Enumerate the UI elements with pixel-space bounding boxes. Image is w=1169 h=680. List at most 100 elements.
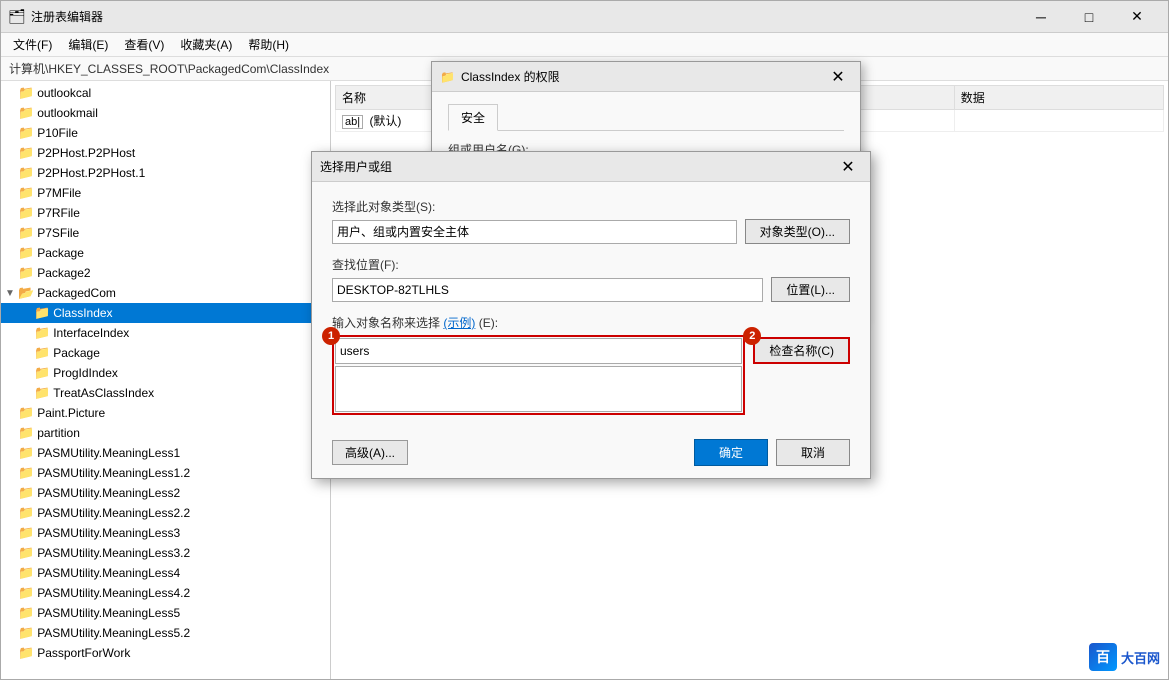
folder-icon: 📁 xyxy=(18,645,34,661)
menu-edit[interactable]: 编辑(E) xyxy=(60,34,116,55)
names-textarea-area xyxy=(335,366,742,412)
tree-label: P7SFile xyxy=(37,226,79,240)
select-user-content: 选择此对象类型(S): 对象类型(O)... 查找位置(F): 位置(L)...… xyxy=(312,182,870,431)
tree-label: PASMUtility.MeaningLess1.2 xyxy=(37,466,190,480)
select-user-title-text: 选择用户或组 xyxy=(320,158,828,175)
expand-icon: ▼ xyxy=(5,288,17,299)
minimize-button[interactable]: ─ xyxy=(1018,3,1064,31)
tree-item-pasm42[interactable]: 📁 PASMUtility.MeaningLess4.2 xyxy=(1,583,330,603)
enter-label-row: 输入对象名称来选择 (示例) (E): xyxy=(332,314,850,331)
input-highlight-border xyxy=(332,335,745,415)
folder-icon: 📁 xyxy=(18,185,34,201)
select-user-footer: 高级(A)... 确定 取消 xyxy=(312,431,870,478)
enter-suffix: (E): xyxy=(479,316,498,330)
tab-security[interactable]: 安全 xyxy=(448,104,498,131)
footer-left-buttons: 高级(A)... xyxy=(332,440,408,465)
folder-icon: 📂 xyxy=(18,285,34,301)
menu-view[interactable]: 查看(V) xyxy=(116,34,172,55)
folder-icon: 📁 xyxy=(18,105,34,121)
tree-item-packagedcom[interactable]: ▼ 📂 PackagedCom xyxy=(1,283,330,303)
tree-item-interfaceindex[interactable]: 📁 InterfaceIndex xyxy=(1,323,330,343)
tree-label: PASMUtility.MeaningLess4 xyxy=(37,566,180,580)
tree-label: PackagedCom xyxy=(37,286,116,300)
tree-item-pasm4[interactable]: 📁 PASMUtility.MeaningLess4 xyxy=(1,563,330,583)
maximize-button[interactable]: □ xyxy=(1066,3,1112,31)
tree-item-outlookcal[interactable]: 📁 outlookcal xyxy=(1,83,330,103)
folder-icon: 📁 xyxy=(18,485,34,501)
footer-right-buttons: 确定 取消 xyxy=(694,439,850,466)
tree-item-paintpicture[interactable]: 📁 Paint.Picture xyxy=(1,403,330,423)
col-value: 数据 xyxy=(954,86,1163,110)
address-label: 计算机\HKEY_CLASSES_ROOT\PackagedCom\ClassI… xyxy=(9,60,329,77)
tree-item-classindex[interactable]: 📁 ClassIndex xyxy=(1,303,330,323)
tree-item-pasm1[interactable]: 📁 PASMUtility.MeaningLess1 xyxy=(1,443,330,463)
object-type-row: 对象类型(O)... xyxy=(332,219,850,244)
close-button[interactable]: ✕ xyxy=(1114,3,1160,31)
tree-label: TreatAsClassIndex xyxy=(53,386,154,400)
tree-label: PASMUtility.MeaningLess4.2 xyxy=(37,586,190,600)
tree-item-p2phost1[interactable]: 📁 P2PHost.P2PHost.1 xyxy=(1,163,330,183)
folder-icon: 📁 xyxy=(18,525,34,541)
tree-item-p7mfile[interactable]: 📁 P7MFile xyxy=(1,183,330,203)
tree-item-pasm52[interactable]: 📁 PASMUtility.MeaningLess5.2 xyxy=(1,623,330,643)
tree-label: ClassIndex xyxy=(53,306,112,320)
tree-item-p7rfile[interactable]: 📁 P7RFile xyxy=(1,203,330,223)
location-button[interactable]: 位置(L)... xyxy=(771,277,850,302)
watermark-text: 大百网 xyxy=(1121,648,1160,667)
tree-item-package2[interactable]: 📁 Package2 xyxy=(1,263,330,283)
tree-label: ProgIdIndex xyxy=(53,366,118,380)
example-link[interactable]: (示例) xyxy=(443,316,475,330)
tree-item-progidindex[interactable]: 📁 ProgIdIndex xyxy=(1,363,330,383)
folder-icon: 📁 xyxy=(18,405,34,421)
tree-label: PASMUtility.MeaningLess5 xyxy=(37,606,180,620)
tree-label: PASMUtility.MeaningLess1 xyxy=(37,446,180,460)
tree-label: Package xyxy=(37,246,84,260)
tree-item-package-child[interactable]: 📁 Package xyxy=(1,343,330,363)
location-input[interactable] xyxy=(332,278,763,302)
object-type-button[interactable]: 对象类型(O)... xyxy=(745,219,850,244)
tree-item-outlookmail[interactable]: 📁 outlookmail xyxy=(1,103,330,123)
tree-item-p7sfile[interactable]: 📁 P7SFile xyxy=(1,223,330,243)
location-row: 位置(L)... xyxy=(332,277,850,302)
advanced-button[interactable]: 高级(A)... xyxy=(332,440,408,465)
tree-item-treatasclassindex[interactable]: 📁 TreatAsClassIndex xyxy=(1,383,330,403)
tree-item-package[interactable]: 📁 Package xyxy=(1,243,330,263)
tree-item-pasm3[interactable]: 📁 PASMUtility.MeaningLess3 xyxy=(1,523,330,543)
check-btn-wrapper: 2 检查名称(C) xyxy=(753,335,850,364)
tree-label: outlookcal xyxy=(37,86,91,100)
permissions-close-button[interactable]: ✕ xyxy=(824,65,852,89)
tree-item-p10file[interactable]: 📁 P10File xyxy=(1,123,330,143)
check-names-button[interactable]: 检查名称(C) xyxy=(753,337,850,364)
menu-file[interactable]: 文件(F) xyxy=(5,34,60,55)
folder-icon: 📁 xyxy=(18,565,34,581)
enter-names-container: 1 2 检查名称(C) xyxy=(332,335,850,415)
tree-item-p2phost[interactable]: 📁 P2PHost.P2PHost xyxy=(1,143,330,163)
row-name-label: (默认) xyxy=(369,114,401,128)
tree-label: Package2 xyxy=(37,266,90,280)
folder-icon: 📁 xyxy=(18,205,34,221)
tree-item-pasm22[interactable]: 📁 PASMUtility.MeaningLess2.2 xyxy=(1,503,330,523)
select-user-close-button[interactable]: ✕ xyxy=(834,155,862,179)
watermark-icon: 百 xyxy=(1089,643,1117,671)
tree-label: InterfaceIndex xyxy=(53,326,129,340)
object-type-input[interactable] xyxy=(332,220,737,244)
tree-item-partition[interactable]: 📁 partition xyxy=(1,423,330,443)
folder-icon: 📁 xyxy=(34,345,50,361)
menu-bar: 文件(F) 编辑(E) 查看(V) 收藏夹(A) 帮助(H) xyxy=(1,33,1168,57)
tree-label: PASMUtility.MeaningLess2.2 xyxy=(37,506,190,520)
folder-icon: 📁 xyxy=(18,125,34,141)
folder-icon: 📁 xyxy=(18,465,34,481)
folder-icon: 📁 xyxy=(18,625,34,641)
tree-item-pasm5[interactable]: 📁 PASMUtility.MeaningLess5 xyxy=(1,603,330,623)
select-user-cancel-button[interactable]: 取消 xyxy=(776,439,850,466)
folder-icon: 📁 xyxy=(18,265,34,281)
names-input[interactable] xyxy=(335,338,742,364)
menu-help[interactable]: 帮助(H) xyxy=(240,34,297,55)
select-user-ok-button[interactable]: 确定 xyxy=(694,439,768,466)
tree-item-pasm12[interactable]: 📁 PASMUtility.MeaningLess1.2 xyxy=(1,463,330,483)
watermark: 百 大百网 xyxy=(1089,643,1160,671)
tree-item-passportforwork[interactable]: 📁 PassportForWork xyxy=(1,643,330,663)
menu-favorites[interactable]: 收藏夹(A) xyxy=(172,34,240,55)
tree-item-pasm2[interactable]: 📁 PASMUtility.MeaningLess2 xyxy=(1,483,330,503)
tree-item-pasm32[interactable]: 📁 PASMUtility.MeaningLess3.2 xyxy=(1,543,330,563)
